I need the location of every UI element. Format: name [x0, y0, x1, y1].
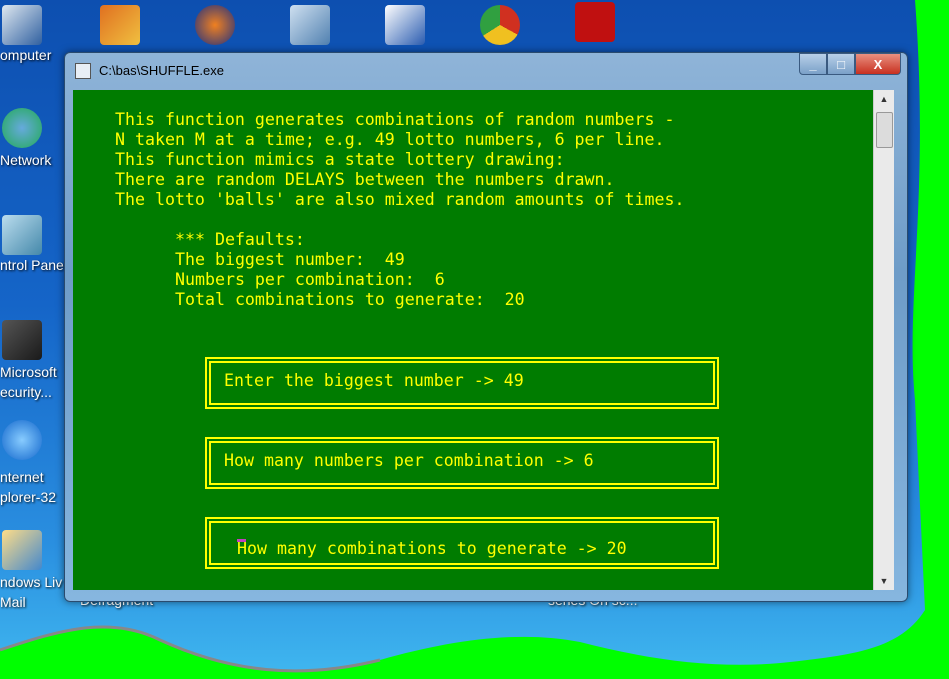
console-output[interactable]: This function generates combinations of …: [73, 90, 873, 590]
intro-line: N taken M at a time; e.g. 49 lotto numbe…: [115, 130, 665, 149]
prompt-box-combinations[interactable]: How many combinations to generate -> 20: [205, 517, 719, 569]
intro-line: The lotto 'balls' are also mixed random …: [115, 190, 685, 209]
prompt-combinations: How many combinations to generate -> 20: [237, 539, 627, 558]
window-title: C:\bas\SHUFFLE.exe: [99, 63, 224, 78]
scroll-down-arrow-icon[interactable]: ▼: [874, 576, 894, 586]
intro-line: This function mimics a state lottery dra…: [115, 150, 565, 169]
default-biggest-number: The biggest number: 49: [175, 250, 405, 269]
default-numbers-per-combination: Numbers per combination: 6: [175, 270, 445, 289]
defaults-heading: *** Defaults:: [175, 230, 305, 249]
minimize-button[interactable]: _: [799, 53, 827, 75]
text-cursor: [237, 539, 246, 542]
prompt-biggest-number: Enter the biggest number -> 49: [224, 371, 524, 390]
prompt-box-biggest-number: Enter the biggest number -> 49: [205, 357, 719, 409]
console-app-icon[interactable]: [75, 63, 91, 79]
prompt-numbers-per-combination: How many numbers per combination -> 6: [224, 451, 594, 470]
default-total-combinations: Total combinations to generate: 20: [175, 290, 525, 309]
intro-line: There are random DELAYS between the numb…: [115, 170, 615, 189]
prompt-box-numbers-per-combination: How many numbers per combination -> 6: [205, 437, 719, 489]
vertical-scrollbar[interactable]: ▲ ▼: [873, 90, 894, 590]
maximize-button[interactable]: □: [827, 53, 855, 75]
scroll-up-arrow-icon[interactable]: ▲: [874, 94, 894, 104]
intro-line: This function generates combinations of …: [115, 110, 675, 129]
close-button[interactable]: X: [855, 53, 901, 75]
scrollbar-thumb[interactable]: [876, 112, 893, 148]
console-window: C:\bas\SHUFFLE.exe _ □ X This function g…: [64, 52, 908, 602]
